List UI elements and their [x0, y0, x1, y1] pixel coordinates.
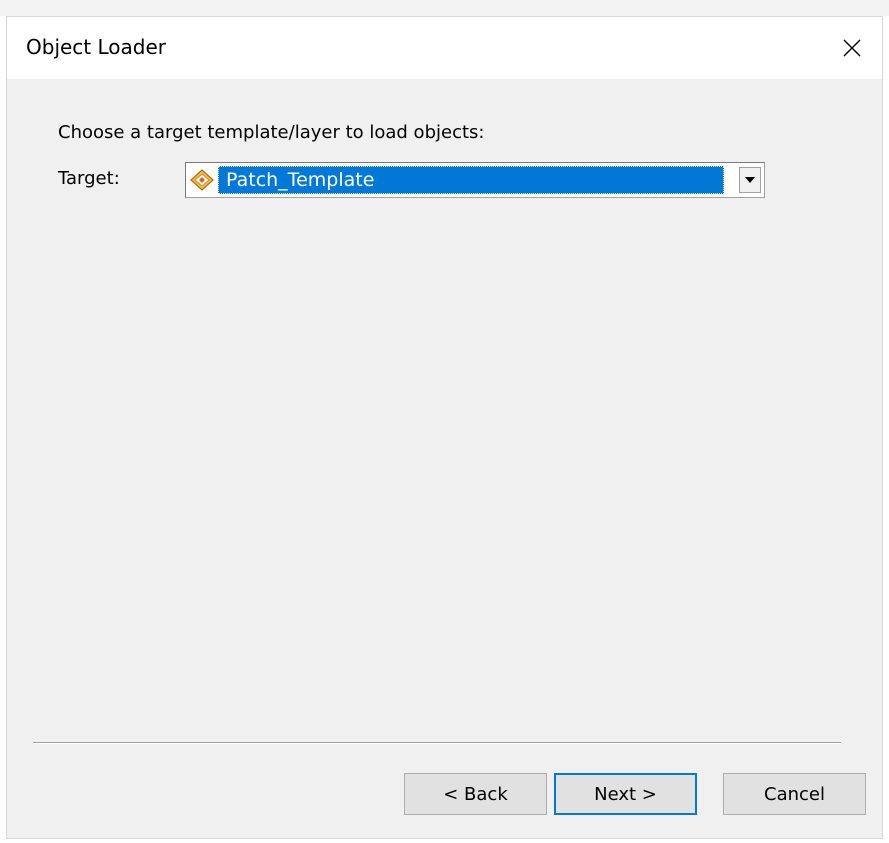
close-icon	[843, 39, 861, 57]
object-loader-dialog: Object Loader Choose a target template/l…	[6, 16, 883, 839]
background-strip	[0, 0, 889, 16]
instruction-text: Choose a target template/layer to load o…	[58, 122, 485, 143]
cancel-button[interactable]: Cancel	[723, 773, 866, 815]
target-selected-value: Patch_Template	[218, 166, 724, 194]
footer-separator	[33, 742, 841, 744]
dropdown-arrow-button[interactable]	[739, 167, 761, 193]
target-label: Target:	[58, 168, 120, 189]
title-bar: Object Loader	[7, 17, 882, 79]
next-button[interactable]: Next >	[554, 773, 697, 815]
background-strip-bottom	[0, 839, 889, 843]
screen: Object Loader Choose a target template/l…	[0, 0, 889, 843]
target-dropdown[interactable]: Patch_Template	[185, 162, 765, 198]
back-button[interactable]: < Back	[404, 773, 547, 815]
close-button[interactable]	[822, 17, 882, 79]
target-selected-text: Patch_Template	[226, 169, 375, 191]
template-diamond-icon	[190, 169, 214, 191]
chevron-down-icon	[745, 177, 755, 183]
dialog-title: Object Loader	[26, 35, 166, 59]
